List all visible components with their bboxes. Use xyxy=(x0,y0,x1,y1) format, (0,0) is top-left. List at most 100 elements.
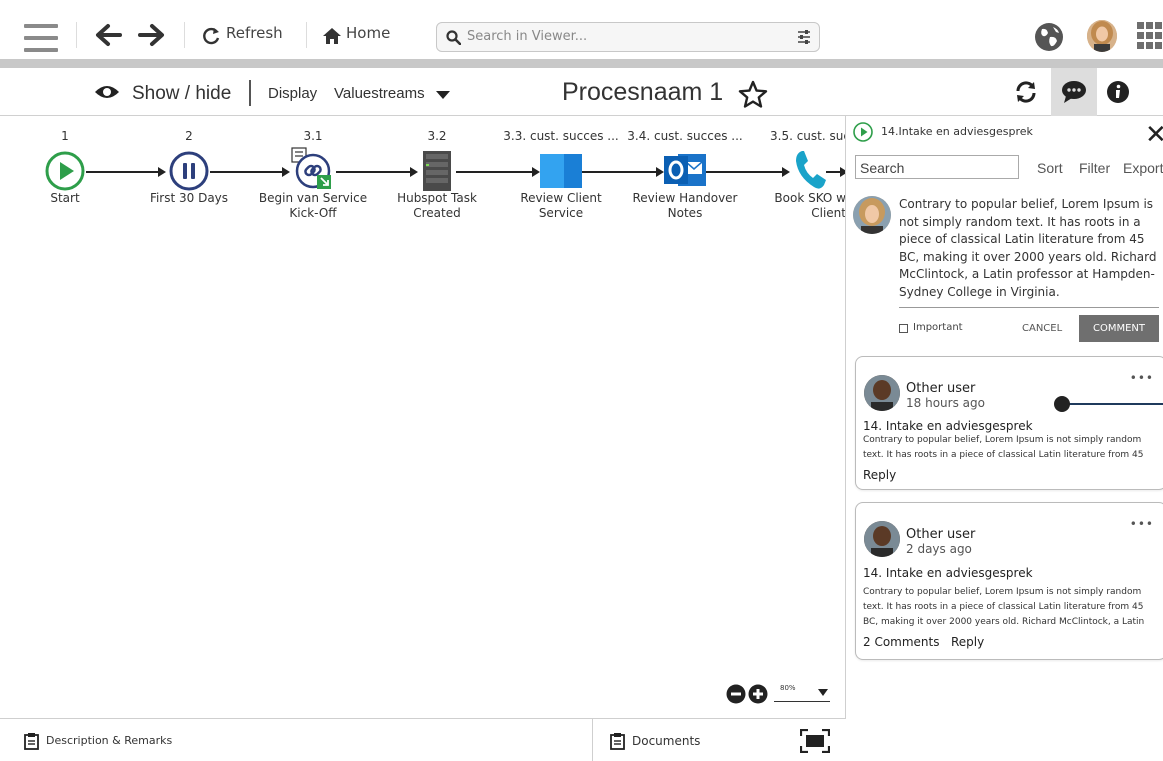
step-number: 2 xyxy=(185,129,193,143)
chat-bubble-icon xyxy=(1062,81,1086,103)
bottom-bar: Description & Remarks Documents xyxy=(0,718,846,761)
filter-sliders-icon[interactable] xyxy=(797,29,811,45)
reply-link[interactable]: Reply xyxy=(951,635,984,649)
globe-icon[interactable] xyxy=(1034,22,1064,52)
user-avatar[interactable] xyxy=(1087,20,1117,52)
zoom-control: 80% xyxy=(726,682,836,706)
process-title: Procesnaam 1 xyxy=(562,78,724,106)
step-label: Hubspot Task Created xyxy=(397,191,477,220)
outlook-icon xyxy=(664,154,706,186)
apps-grid-icon[interactable] xyxy=(1137,22,1163,50)
forward-arrow-icon[interactable] xyxy=(136,22,166,48)
step-label: Review Handover Notes xyxy=(632,191,738,220)
process-step-start[interactable] xyxy=(45,151,85,191)
close-icon[interactable]: ✕ xyxy=(1145,120,1163,150)
server-icon xyxy=(423,151,451,191)
comment-card: Other user 2 days ago ••• 14. Intake en … xyxy=(855,502,1163,660)
filter-button[interactable]: Filter xyxy=(1079,160,1110,176)
important-label: Important xyxy=(913,322,963,333)
comment-search-input[interactable]: Search xyxy=(855,155,1019,179)
play-circle-icon xyxy=(853,122,873,142)
toolbar-divider xyxy=(184,22,185,48)
step-label: Review Client Service xyxy=(520,191,602,220)
caret-down-icon xyxy=(436,91,450,99)
comment-time: 2 days ago xyxy=(906,542,972,556)
home-button[interactable]: Home xyxy=(320,20,400,50)
play-circle-icon xyxy=(45,151,85,191)
connector-arrow xyxy=(210,167,290,177)
export-button[interactable]: Export xyxy=(1123,160,1163,176)
more-options-icon[interactable]: ••• xyxy=(1130,517,1154,531)
documents-tab[interactable]: Documents xyxy=(593,719,773,761)
connector-arrow xyxy=(582,167,664,177)
show-hide-button[interactable]: Show / hide xyxy=(132,83,231,105)
home-icon xyxy=(323,28,341,44)
comment-step-title: 14. Intake en adviesgesprek xyxy=(863,419,1033,433)
toolbar-divider-band xyxy=(0,59,1163,68)
hamburger-menu-icon[interactable] xyxy=(24,24,58,52)
process-step-first-30-days[interactable] xyxy=(169,151,209,191)
valuestreams-dropdown[interactable]: Valuestreams xyxy=(334,82,460,104)
connector-arrow xyxy=(826,167,845,177)
sort-button[interactable]: Sort xyxy=(1037,160,1063,176)
step-number: 3.5. cust. succe xyxy=(770,129,845,143)
step-number: 3.4. cust. succes ... xyxy=(627,129,743,143)
sync-icon[interactable] xyxy=(1014,81,1038,103)
description-remarks-label: Description & Remarks xyxy=(46,734,173,747)
valuestreams-label: Valuestreams xyxy=(334,85,425,102)
zoom-level-value: 80% xyxy=(780,684,796,692)
compose-underline xyxy=(899,307,1159,308)
step-number: 1 xyxy=(61,129,69,143)
step-number: 3.2 xyxy=(427,129,447,143)
slider-handle[interactable] xyxy=(1052,395,1163,413)
process-step-review-handover-notes[interactable] xyxy=(664,150,706,190)
comment-time: 18 hours ago xyxy=(906,396,985,410)
search-placeholder: Search in Viewer... xyxy=(467,29,588,44)
commenter-name: Other user xyxy=(906,527,976,542)
back-arrow-icon[interactable] xyxy=(94,22,124,48)
checkbox-box xyxy=(899,324,908,333)
comments-panel: 14.Intake en adviesgesprek ✕ Search Sort… xyxy=(847,116,1163,761)
fullscreen-icon[interactable] xyxy=(800,729,830,753)
refresh-label: Refresh xyxy=(226,24,283,42)
process-canvas[interactable]: 1 2 3.1 3.2 3.3. cust. succes ... 3.4. c… xyxy=(0,116,846,718)
phone-icon xyxy=(796,151,826,189)
comment-compose-textarea[interactable]: Contrary to popular belief, Lorem Ipsum … xyxy=(899,196,1159,301)
comment-step-title: 14. Intake en adviesgesprek xyxy=(863,566,1033,580)
viewer-search-input[interactable]: Search in Viewer... xyxy=(436,22,820,52)
comment-card: Other user 18 hours ago ••• 14. Intake e… xyxy=(855,356,1163,490)
more-options-icon[interactable]: ••• xyxy=(1130,371,1154,385)
step-label: First 30 Days xyxy=(149,191,229,205)
comment-count-link[interactable]: 2 Comments xyxy=(863,635,940,649)
home-label: Home xyxy=(346,24,391,42)
connector-arrow xyxy=(336,167,418,177)
important-checkbox[interactable]: Important xyxy=(897,322,977,336)
pause-circle-icon xyxy=(169,151,209,191)
zoom-level-select[interactable]: 80% xyxy=(774,682,830,702)
process-step-review-client-service[interactable] xyxy=(540,154,582,188)
window-icon xyxy=(540,154,582,188)
link-document-icon xyxy=(291,147,331,189)
zoom-out-icon[interactable] xyxy=(726,684,746,704)
commenter-avatar xyxy=(864,521,900,557)
connector-arrow xyxy=(706,167,790,177)
process-step-hubspot-task[interactable] xyxy=(421,151,453,191)
search-icon xyxy=(446,30,461,45)
comment-submit-button[interactable]: COMMENT xyxy=(1079,315,1159,342)
info-icon[interactable] xyxy=(1106,80,1130,104)
process-step-book-sko[interactable] xyxy=(792,149,828,191)
refresh-button[interactable]: Refresh xyxy=(200,20,290,50)
comment-body: Contrary to popular belief, Lorem Ipsum … xyxy=(863,587,1145,627)
compose-avatar xyxy=(853,196,891,234)
process-step-service-kickoff[interactable] xyxy=(291,147,335,191)
cancel-button[interactable]: CANCEL xyxy=(1022,323,1062,334)
description-remarks-tab[interactable]: Description & Remarks xyxy=(0,719,592,761)
zoom-in-icon[interactable] xyxy=(748,684,768,704)
commenter-avatar xyxy=(864,375,900,411)
comments-tab[interactable] xyxy=(1051,68,1097,116)
reply-link[interactable]: Reply xyxy=(863,468,896,482)
favorite-star-icon[interactable] xyxy=(738,80,768,108)
step-number: 3.3. cust. succes ... xyxy=(503,129,619,143)
eye-icon[interactable] xyxy=(94,84,120,100)
top-toolbar: Refresh Home Search in Viewer... xyxy=(0,0,1163,68)
